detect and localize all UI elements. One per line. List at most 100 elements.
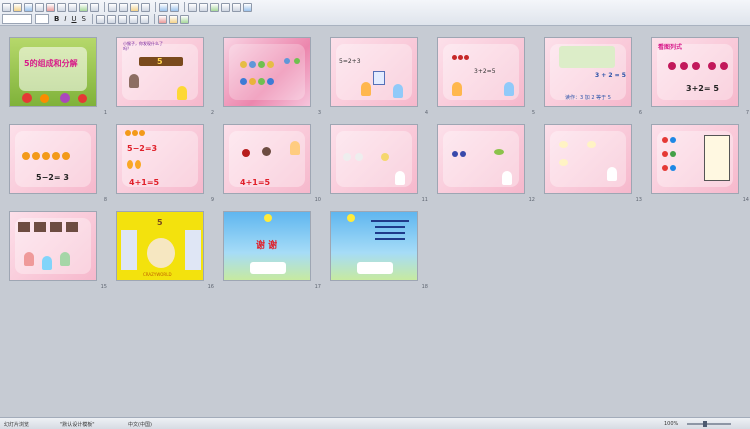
design-icon[interactable] — [169, 14, 178, 24]
status-bar: 幻灯片浏览 "默认设计模板" 中文(中国) 100% — [0, 417, 750, 429]
zoom-icon[interactable] — [232, 2, 241, 12]
slide-thumbnail-3[interactable] — [223, 37, 311, 107]
open-icon[interactable] — [13, 2, 22, 12]
slide-thumbnail-8[interactable]: 5−2= 3 — [9, 124, 97, 194]
orange-icon — [62, 152, 70, 160]
slide-number: 4 — [424, 110, 428, 116]
smiley-icon — [258, 61, 265, 68]
center-icon[interactable] — [107, 14, 116, 24]
scene-image — [559, 46, 615, 68]
slide-number: 16 — [207, 284, 214, 290]
formatting-toolbar: B I U S — [2, 13, 191, 25]
save-icon[interactable] — [24, 2, 33, 12]
slide-thumbnail-5[interactable]: 3+2=5 — [437, 37, 525, 107]
orange-icon — [22, 152, 30, 160]
slide-equation: 5−2= 3 — [36, 173, 69, 182]
bullets-icon[interactable] — [140, 14, 149, 24]
slide-thumbnail-16[interactable]: 5 CRAZYWORLD — [116, 211, 204, 281]
fruit-icon — [242, 149, 250, 157]
bold-button[interactable]: B — [52, 15, 61, 23]
zoom-slider[interactable] — [687, 423, 731, 425]
slide-thumbnail-15[interactable] — [9, 211, 97, 281]
hyperlink-icon[interactable] — [188, 2, 197, 12]
fruit-icon — [262, 147, 271, 156]
tables-icon[interactable] — [199, 2, 208, 12]
new-slide-icon[interactable] — [180, 14, 189, 24]
slide-title: 谢 谢 — [256, 241, 278, 251]
slide-thumbnail-14[interactable] — [651, 124, 739, 194]
new-icon[interactable] — [2, 2, 11, 12]
child-icon — [60, 252, 70, 266]
font-name-field[interactable] — [2, 14, 32, 24]
child-icon — [290, 141, 300, 155]
pineapple-icon — [135, 160, 141, 169]
slide-frame — [19, 47, 87, 91]
text-line — [371, 220, 409, 222]
orange-icon — [42, 152, 50, 160]
format-painter-icon[interactable] — [141, 2, 150, 12]
chart-icon[interactable] — [210, 2, 219, 12]
slide-caption: 小猴子，你发现什么了吗？ — [123, 41, 163, 51]
bus-icon — [34, 222, 46, 232]
slide-thumbnail-9[interactable]: 5−2=3 4+1=5 — [116, 124, 204, 194]
child-icon — [504, 82, 514, 96]
slide-number: 12 — [528, 197, 535, 203]
child-icon — [452, 82, 462, 96]
cut-icon[interactable] — [108, 2, 117, 12]
orange-icon — [52, 152, 60, 160]
zoom-slider-thumb[interactable] — [703, 421, 707, 427]
print-preview-icon[interactable] — [68, 2, 77, 12]
view-status: 幻灯片浏览 — [4, 422, 30, 428]
slide-thumbnail-2[interactable]: 小猴子，你发现什么了吗？ 5 — [116, 37, 204, 107]
slide-thumbnail-13[interactable] — [544, 124, 632, 194]
child-icon — [393, 84, 403, 98]
print-icon[interactable] — [57, 2, 66, 12]
toolbar-separator — [154, 14, 155, 24]
align-left-icon[interactable] — [96, 14, 105, 24]
paste-icon[interactable] — [130, 2, 139, 12]
italic-button[interactable]: I — [62, 15, 68, 23]
slide-thumbnail-18[interactable] — [330, 211, 418, 281]
slide-thumbnail-12[interactable] — [437, 124, 525, 194]
help-icon[interactable] — [243, 2, 252, 12]
slide-caption: CRAZYWORLD — [143, 272, 172, 277]
flower-icon — [40, 94, 49, 103]
flower-icon — [60, 93, 70, 103]
grid-icon[interactable] — [221, 2, 230, 12]
copy-icon[interactable] — [119, 2, 128, 12]
align-right-icon[interactable] — [118, 14, 127, 24]
vegetable-icon — [494, 149, 504, 155]
slide-thumbnail-17[interactable]: 谢 谢 — [223, 211, 311, 281]
slide-number: 7 — [745, 110, 749, 116]
shadow-button[interactable]: S — [80, 15, 88, 23]
permission-icon[interactable] — [35, 2, 44, 12]
dot-icon — [662, 165, 668, 171]
spelling-icon[interactable] — [79, 2, 88, 12]
numbering-icon[interactable] — [129, 14, 138, 24]
slide-thumbnail-10[interactable]: 4+1=5 — [223, 124, 311, 194]
slide-number: 18 — [421, 284, 428, 290]
equation-table-left — [121, 230, 137, 270]
redo-icon[interactable] — [170, 2, 179, 12]
slide-thumbnail-7[interactable]: 看图列式 3+2= 5 — [651, 37, 739, 107]
orange-icon — [32, 152, 40, 160]
undo-icon[interactable] — [159, 2, 168, 12]
slide-thumbnail-11[interactable] — [330, 124, 418, 194]
flower-icon — [22, 93, 32, 103]
slide-thumbnail-1[interactable]: 5的组成和分解 — [9, 37, 97, 107]
font-color-icon[interactable] — [158, 14, 167, 24]
email-icon[interactable] — [46, 2, 55, 12]
slide-number: 9 — [210, 197, 214, 203]
slide-title: 看图列式 — [658, 44, 683, 51]
font-size-field[interactable] — [35, 14, 49, 24]
monkey-icon — [129, 74, 139, 88]
toolbar-separator — [184, 2, 185, 12]
cup-icon — [381, 153, 389, 161]
slide-thumbnail-4[interactable]: 5=2+3 — [330, 37, 418, 107]
slide-equation: 4+1=5 — [129, 178, 160, 187]
dot-icon — [670, 137, 676, 143]
slide-thumbnail-6[interactable]: 3 + 2 = 5 读作：3 加 2 等于 5 — [544, 37, 632, 107]
bead-icon — [452, 151, 458, 157]
underline-button[interactable]: U — [69, 15, 78, 23]
research-icon[interactable] — [90, 2, 99, 12]
